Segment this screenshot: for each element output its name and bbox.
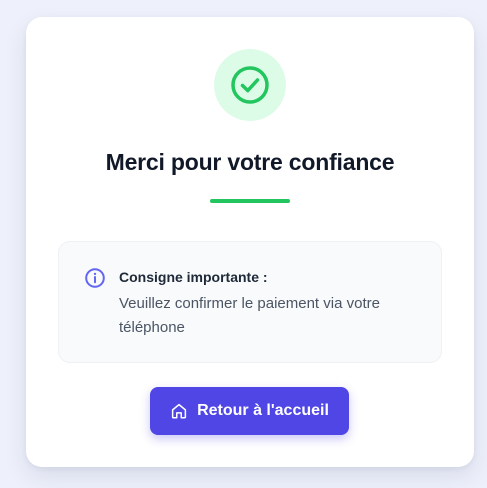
title-divider [210, 199, 290, 203]
confirmation-card: Merci pour votre confiance Consigne impo… [26, 17, 474, 467]
page-title: Merci pour votre confiance [105, 149, 395, 175]
success-badge [214, 49, 286, 121]
home-icon [171, 403, 187, 419]
check-circle-icon [231, 66, 269, 104]
notice-heading: Consigne importante : [119, 269, 268, 285]
home-button[interactable]: Retour à l'accueil [150, 387, 349, 435]
info-icon [85, 268, 105, 288]
notice-text: Veuillez confirmer le paiement via votre… [119, 295, 380, 336]
notice-box: Consigne importante : Veuillez confirmer… [58, 241, 442, 363]
home-button-label: Retour à l'accueil [197, 402, 329, 419]
